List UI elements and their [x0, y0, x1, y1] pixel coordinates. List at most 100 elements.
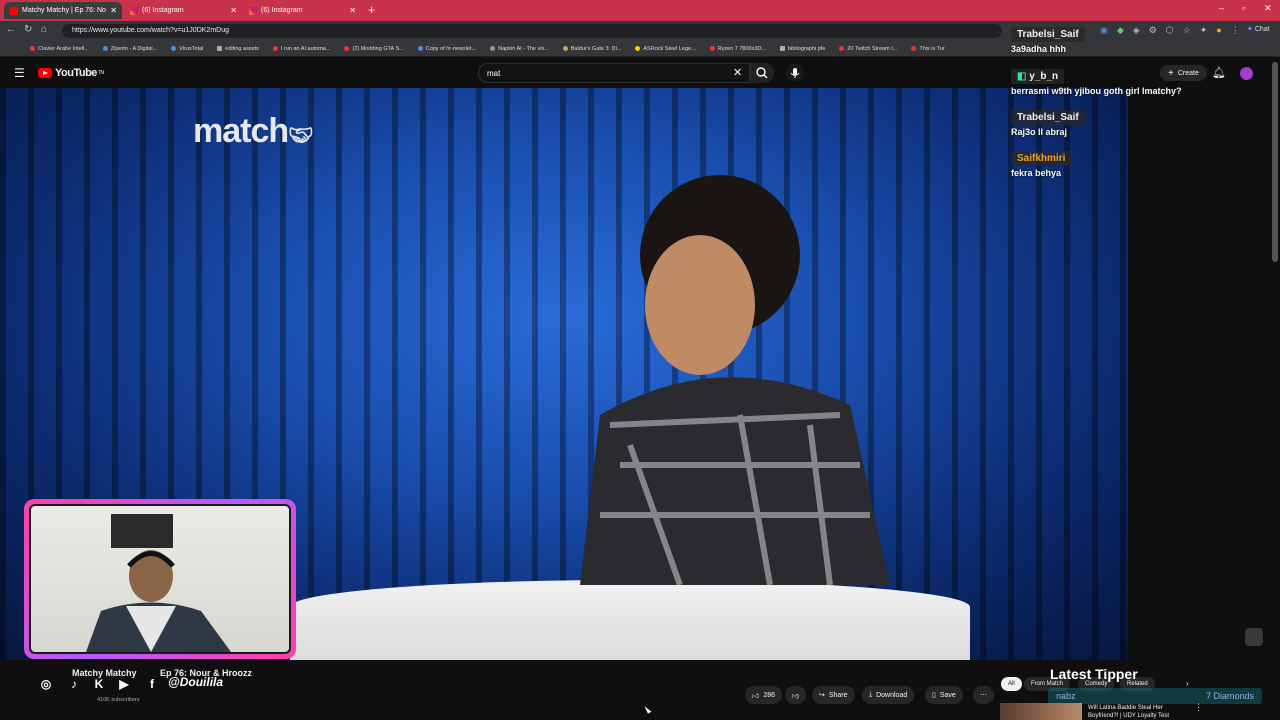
- bookmark-save-icon: ▯: [932, 692, 936, 699]
- right-sidebar: [1128, 88, 1280, 660]
- extension-icon[interactable]: ◆: [1117, 25, 1124, 36]
- extension-icon[interactable]: ◈: [1133, 25, 1140, 36]
- download-button[interactable]: ⤓ Download: [862, 686, 915, 704]
- recommended-menu-icon[interactable]: ⋮: [1194, 702, 1203, 713]
- chat-button[interactable]: ✦ Chat: [1247, 25, 1270, 33]
- bookmark[interactable]: (2) Modding GTA S...: [344, 46, 404, 52]
- clear-search-icon[interactable]: ✕: [733, 66, 742, 79]
- recommended-thumbnail[interactable]: [1000, 703, 1082, 720]
- extension-icon[interactable]: ⬡: [1166, 25, 1174, 36]
- tab-matchy[interactable]: Matchy Matchy | Ep 76: No ✕: [4, 2, 122, 19]
- extension-icon[interactable]: ⚙: [1149, 25, 1157, 36]
- recommended-title[interactable]: Will Latina Baddie Steal Her Boyfriend?!…: [1088, 704, 1192, 720]
- tiktok-icon: ♪: [71, 677, 77, 691]
- search-button[interactable]: [750, 63, 774, 83]
- more-actions-button[interactable]: ⋯: [973, 686, 994, 704]
- menu-icon[interactable]: ⋮: [1231, 25, 1240, 36]
- video-table-scene: [290, 580, 970, 660]
- handshake-icon: 🤝︎: [288, 125, 313, 147]
- star-icon[interactable]: ☆: [1183, 25, 1191, 36]
- minimize-icon[interactable]: –: [1219, 3, 1224, 13]
- download-icon: ⤓: [869, 691, 873, 698]
- dislike-button[interactable]: 👎︎: [785, 686, 807, 704]
- tipper-amount: 7 Diamonds: [1205, 691, 1254, 701]
- bookmark-icon: [635, 46, 641, 51]
- search-input[interactable]: mat: [478, 63, 750, 83]
- webcam-frame: [24, 499, 296, 659]
- chevron-right-icon[interactable]: ›: [1186, 679, 1189, 688]
- bookmark[interactable]: This is Tur: [911, 46, 945, 52]
- scrollbar[interactable]: [1272, 62, 1278, 262]
- extension-icon[interactable]: ◉: [1100, 25, 1108, 36]
- tab-title: Matchy Matchy | Ep 76: No: [22, 7, 106, 14]
- account-avatar[interactable]: [1240, 67, 1253, 80]
- save-button[interactable]: ▯ Save: [925, 686, 963, 704]
- webcam-feed: [29, 504, 291, 654]
- back-icon[interactable]: ←: [6, 24, 16, 35]
- tab-instagram-1[interactable]: (6) Instagram ✕: [124, 2, 242, 19]
- streamer-handle: @Douilila: [168, 675, 224, 689]
- maximize-icon[interactable]: ▫: [1242, 3, 1245, 13]
- tab-title: (6) Instagram: [261, 7, 303, 14]
- bookmark[interactable]: VirusTotal: [171, 46, 203, 52]
- reload-icon[interactable]: ↻: [24, 24, 32, 35]
- chat-message: ◧ y_b_n berrasmi w9th yjibou goth girl l…: [1011, 66, 1182, 96]
- folder-icon: [217, 46, 223, 51]
- youtube-favicon-icon: [10, 6, 18, 15]
- close-icon[interactable]: ✕: [230, 6, 237, 15]
- bookmark[interactable]: I run an AI automa...: [272, 46, 330, 52]
- hamburger-menu-icon[interactable]: ☰: [14, 66, 25, 80]
- chat-username: ◧ y_b_n: [1011, 69, 1065, 84]
- bookmark-icon: [272, 46, 278, 51]
- new-tab-icon[interactable]: +: [368, 3, 375, 17]
- bookmark[interactable]: Ryzen 7 7800x3D...: [709, 46, 766, 52]
- like-button[interactable]: 👍︎ 286: [745, 686, 783, 704]
- close-window-icon[interactable]: ✕: [1264, 3, 1272, 14]
- profile-avatar[interactable]: ●: [1216, 25, 1221, 36]
- bookmark-icon: [562, 46, 568, 51]
- tab-instagram-2[interactable]: (6) Instagram ✕: [243, 2, 361, 19]
- share-button[interactable]: ↪ Share: [812, 686, 855, 704]
- bookmark[interactable]: 20 Twitch Stream I...: [839, 46, 897, 52]
- facebook-icon: f: [150, 677, 154, 691]
- chat-username: Trabelsi_Saif: [1011, 110, 1085, 125]
- bookmarks-bar: Clavier Arabe Intell... Ziperto - A Digi…: [0, 41, 1280, 57]
- close-icon[interactable]: ✕: [349, 6, 356, 15]
- instagram-favicon-icon: [249, 6, 257, 15]
- home-icon[interactable]: ⌂: [41, 24, 47, 35]
- chat-message: Saifkhmiri fekra behya: [1011, 148, 1072, 178]
- extension-icon[interactable]: ✦: [1200, 25, 1208, 36]
- tab-title: (6) Instagram: [142, 7, 184, 14]
- chat-text: Raj3o ll abraj: [1011, 127, 1068, 137]
- chat-username: Trabelsi_Saif: [1011, 27, 1085, 42]
- tipper-bar: nabz 7 Diamonds: [1048, 688, 1262, 704]
- bookmark[interactable]: ASRock Steel Lege...: [635, 46, 696, 52]
- more-icon: ⋯: [980, 692, 987, 699]
- youtube-play-icon: [38, 68, 52, 78]
- bookmark[interactable]: bibliographi pfe: [779, 46, 825, 52]
- bookmark[interactable]: Napkin AI - The vis...: [490, 46, 549, 52]
- bookmark[interactable]: editing assets: [217, 46, 259, 52]
- bookmark[interactable]: Copy of hr-newslet...: [417, 46, 476, 52]
- chat-text: berrasmi w9th yjibou goth girl lmatchy?: [1011, 86, 1182, 96]
- thumbs-down-icon: 👎︎: [792, 692, 800, 700]
- url-bar[interactable]: https://www.youtube.com/watch?v=u1J0DK2m…: [62, 24, 1002, 38]
- bookmark[interactable]: Ziperto - A Digital...: [102, 46, 157, 52]
- bookmark[interactable]: Clavier Arabe Intell...: [30, 46, 89, 52]
- bookmark-icon: [417, 46, 423, 51]
- youtube-logo[interactable]: YouTube TN: [38, 67, 104, 79]
- youtube-social-icon: ▶: [119, 677, 129, 691]
- chat-username: Saifkhmiri: [1011, 151, 1072, 166]
- kick-icon: K: [94, 677, 104, 691]
- voice-search-button[interactable]: [786, 64, 804, 82]
- video-person-figure: [580, 175, 890, 585]
- notifications-bell-icon[interactable]: 🔔︎: [1212, 66, 1226, 79]
- bookmark-icon: [171, 46, 177, 51]
- streamer-figure: [86, 514, 231, 652]
- chip-all[interactable]: All: [1001, 677, 1022, 691]
- bookmark-icon: [911, 46, 917, 51]
- instagram-icon: ◎: [40, 677, 52, 691]
- bookmark[interactable]: Baldur's Gate 3: Di...: [562, 46, 621, 52]
- close-icon[interactable]: ✕: [110, 6, 117, 15]
- extension-icons: ◉ ◆ ◈ ⚙ ⬡ ☆ ✦ ● ⋮: [1100, 25, 1240, 36]
